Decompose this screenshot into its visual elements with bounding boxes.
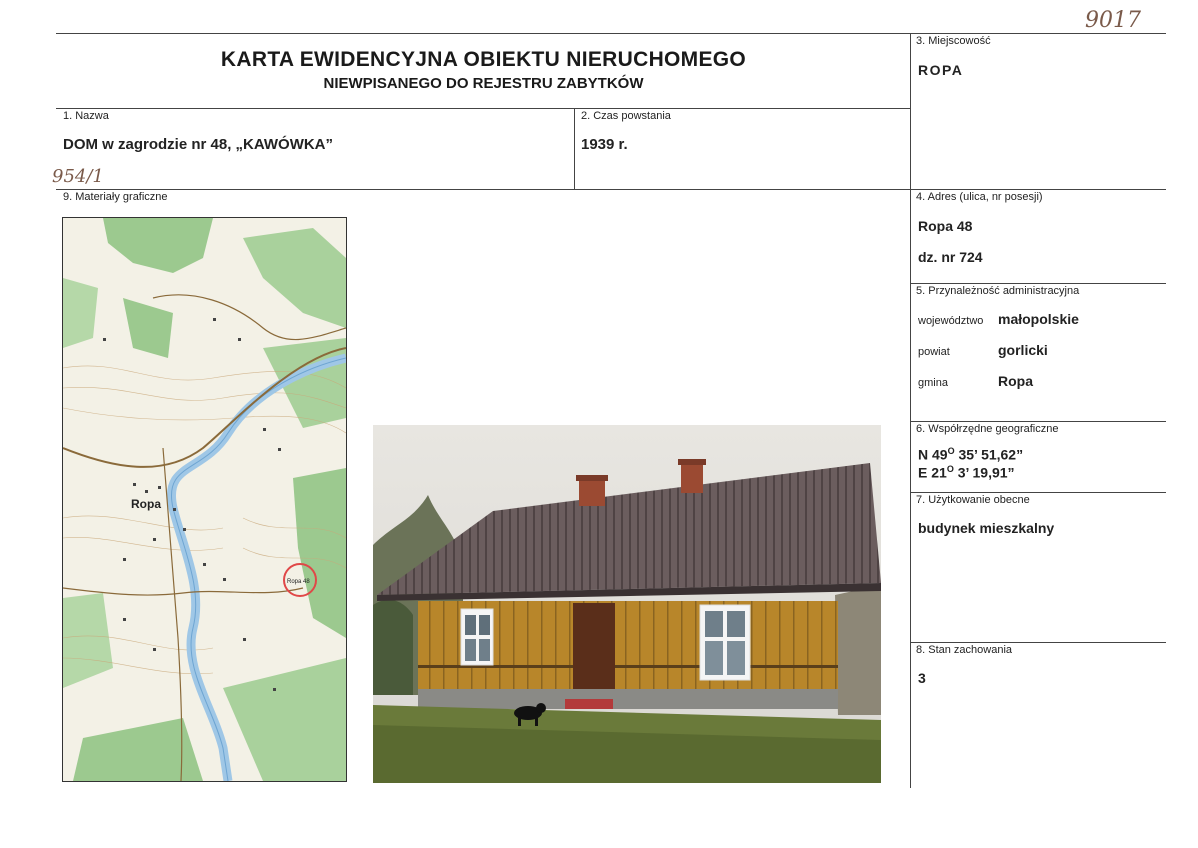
gmina-label: gmina <box>918 377 948 389</box>
record-card: 9017 KARTA EWIDENCYJNA OBIEKTU NIERUCHOM… <box>0 0 1198 848</box>
rule-field6 <box>910 421 1166 422</box>
wojewodztwo-value: małopolskie <box>998 311 1079 327</box>
house-photo <box>373 425 881 783</box>
handwritten-sheet-number: 954/1 <box>52 166 104 187</box>
field-5-label: 5. Przynależność administracyjna <box>916 285 1080 297</box>
field-3-value: ROPA <box>918 62 964 78</box>
divider-right-column <box>910 33 911 788</box>
rule-top <box>56 33 1166 34</box>
rule-field8 <box>910 642 1166 643</box>
topographic-map-image: Ropa Ropa 48 <box>63 218 346 781</box>
field-4-label: 4. Adres (ulica, nr posesji) <box>916 191 1043 203</box>
coordinate-north-rest: 35’ 51,62” <box>954 446 1024 463</box>
powiat-label: powiat <box>918 346 950 358</box>
rule-field5 <box>910 283 1166 284</box>
field-1-label: 1. Nazwa <box>63 110 109 122</box>
coordinate-east: E 21O 3’ 19,91” <box>918 464 1015 481</box>
card-subtitle: NIEWPISANEGO DO REJESTRU ZABYTKÓW <box>323 75 644 92</box>
coordinate-east-degree: O <box>946 464 954 474</box>
field-1-value: DOM w zagrodzie nr 48, „KAWÓWKA” <box>63 136 334 153</box>
field-9-label: 9. Materiały graficzne <box>63 191 168 203</box>
location-map: Ropa Ropa 48 <box>62 217 347 782</box>
field-2-value: 1939 r. <box>581 136 628 153</box>
powiat-value: gorlicki <box>998 342 1048 358</box>
coordinate-north-prefix: N 49 <box>918 446 948 463</box>
field-6-label: 6. Współrzędne geograficzne <box>916 423 1059 435</box>
field-7-value: budynek mieszkalny <box>918 520 1055 536</box>
coordinate-north-degree: O <box>947 446 955 456</box>
coordinate-north: N 49O 35’ 51,62” <box>918 446 1023 463</box>
rule-row2 <box>56 189 1166 190</box>
coordinate-east-prefix: E 21 <box>918 464 947 481</box>
field-4-line2: dz. nr 724 <box>918 249 983 265</box>
map-pin-label: Ropa 48 <box>287 579 310 585</box>
rule-field7 <box>910 492 1166 493</box>
field-7-label: 7. Użytkowanie obecne <box>916 494 1030 506</box>
rule-row1 <box>56 108 911 109</box>
divider-row1 <box>574 108 575 190</box>
house-photo-image <box>373 425 881 783</box>
field-8-value: 3 <box>918 670 926 686</box>
wojewodztwo-label: województwo <box>918 315 984 327</box>
card-title: KARTA EWIDENCYJNA OBIEKTU NIERUCHOMEGO <box>220 48 747 71</box>
field-2-label: 2. Czas powstania <box>581 110 671 122</box>
field-3-label: 3. Miejscowość <box>916 35 991 47</box>
gmina-value: Ropa <box>998 373 1033 389</box>
field-4-line1: Ropa 48 <box>918 218 973 234</box>
coordinate-east-rest: 3’ 19,91” <box>953 464 1015 481</box>
map-town-label: Ropa <box>131 497 161 511</box>
handwritten-number: 9017 <box>1085 8 1141 33</box>
field-8-label: 8. Stan zachowania <box>916 644 1013 656</box>
